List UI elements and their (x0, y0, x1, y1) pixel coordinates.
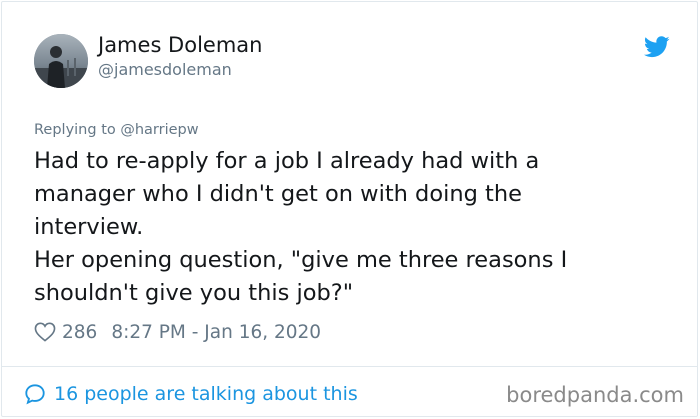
tweet-text-line: Her opening question, "give me three rea… (34, 247, 568, 273)
author-handle[interactable]: @jamesdoleman (98, 60, 232, 79)
avatar-photo (34, 34, 88, 88)
twitter-bird-icon[interactable] (644, 36, 670, 58)
tweet-text: Had to re-apply for a job I already had … (34, 145, 674, 310)
replying-to: Replying to @harriepw (34, 122, 199, 138)
tweet-meta: 286 8:27 PM - Jan 16, 2020 (34, 319, 321, 345)
tweet-text-line: shouldn't give you this job?" (34, 280, 354, 306)
watermark: boredpanda.com (506, 383, 684, 407)
author-avatar[interactable] (34, 34, 88, 88)
talking-link[interactable]: 16 people are talking about this (24, 381, 358, 407)
like-count[interactable]: 286 (62, 322, 97, 343)
replying-prefix: Replying to (34, 122, 116, 138)
heart-icon[interactable] (34, 322, 56, 342)
tweet-card: James Doleman @jamesdoleman Replying to … (1, 1, 698, 417)
talking-text: 16 people are talking about this (54, 383, 358, 405)
replying-handle-link[interactable]: @harriepw (120, 122, 198, 138)
speech-bubble-icon (25, 384, 45, 405)
divider (1, 366, 698, 367)
tweet-text-line: manager who I didn't get on with doing t… (34, 181, 522, 207)
tweet-timestamp[interactable]: 8:27 PM - Jan 16, 2020 (111, 322, 321, 343)
tweet-text-line: Had to re-apply for a job I already had … (34, 148, 540, 174)
author-name[interactable]: James Doleman (98, 33, 262, 57)
tweet-text-line: interview. (34, 214, 144, 240)
